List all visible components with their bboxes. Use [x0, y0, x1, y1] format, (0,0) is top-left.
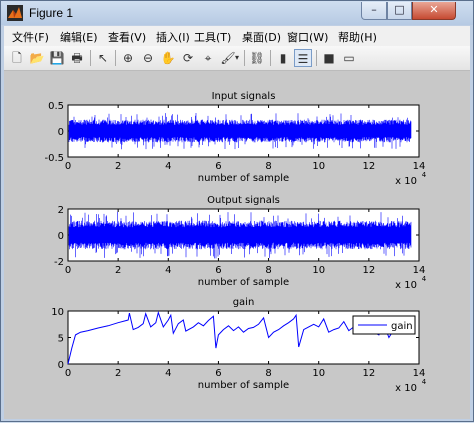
- x-tick-label: 2: [115, 161, 121, 172]
- pan-icon[interactable]: ✋: [159, 49, 177, 67]
- x-tick-label: 6: [215, 265, 221, 276]
- print-icon[interactable]: 🖶: [68, 49, 86, 67]
- x-tick-label: 4: [165, 368, 171, 379]
- brush-dropdown-icon[interactable]: ▾: [233, 49, 241, 67]
- menu-insert[interactable]: 插入(I): [156, 29, 190, 45]
- zoom-out-icon[interactable]: ⊖: [139, 49, 157, 67]
- y-tick-label: 0: [58, 127, 64, 138]
- plot-title: Output signals: [207, 195, 280, 206]
- x-tick-label: 12: [362, 161, 375, 172]
- show-plot-tools-icon[interactable]: ▭: [340, 49, 358, 67]
- y-tick-label: 5: [58, 334, 64, 345]
- x-axis-label: number of sample: [198, 277, 289, 288]
- x-axis-label: number of sample: [198, 380, 289, 391]
- x-tick-label: 12: [362, 368, 375, 379]
- x-tick-label: 6: [215, 161, 221, 172]
- x-tick-label: 0: [65, 368, 71, 379]
- close-button[interactable]: ✕: [412, 2, 456, 20]
- toolbar-separator: [270, 50, 271, 66]
- x-tick-label: 0: [65, 265, 71, 276]
- toolbar-separator: [316, 50, 317, 66]
- y-tick-label: -0.5: [44, 153, 64, 164]
- toolbar: 🗋 📂 💾 🖶 ↖ ⊕ ⊖ ✋ ⟳ ⌖ 🖌 ▾ ⛓ ▮ ☰ ■ ▭: [4, 46, 470, 71]
- x-tick-label: 6: [215, 368, 221, 379]
- x-tick-label: 4: [165, 161, 171, 172]
- menu-bar: 文件(F) 编辑(E) 查看(V) 插入(I) 工具(T) 桌面(D) 窗口(W…: [4, 26, 470, 46]
- x-exponent-label: x 10: [395, 383, 417, 394]
- menu-window[interactable]: 窗口(W): [287, 29, 328, 45]
- toolbar-separator: [115, 50, 116, 66]
- toolbar-separator: [90, 50, 91, 66]
- new-figure-icon[interactable]: 🗋: [8, 49, 26, 67]
- x-tick-label: 2: [115, 368, 121, 379]
- hide-plot-tools-icon[interactable]: ■: [320, 49, 338, 67]
- x-tick-label: 0: [65, 161, 71, 172]
- menu-tools[interactable]: 工具(T): [194, 29, 231, 45]
- edit-plot-icon[interactable]: ↖: [94, 49, 112, 67]
- matlab-icon: [7, 5, 23, 21]
- x-exponent-label: x 10: [395, 176, 417, 187]
- x-exponent-label: x 10: [395, 280, 417, 291]
- y-tick-label: 0.5: [48, 101, 64, 112]
- figure-canvas: Input signals 0 2 4 6 8 10 12 14 0.5 0 -0.5 number o…: [4, 71, 470, 419]
- rotate-3d-icon[interactable]: ⟳: [179, 49, 197, 67]
- y-tick-label: 0: [58, 231, 64, 242]
- x-exponent-power: 4: [422, 378, 427, 386]
- maximize-button[interactable]: □: [387, 2, 412, 20]
- x-tick-label: 2: [115, 265, 121, 276]
- window-title: Figure 1: [29, 6, 74, 20]
- insert-colorbar-icon[interactable]: ▮: [274, 49, 292, 67]
- minimize-button[interactable]: –: [361, 2, 387, 20]
- menu-view[interactable]: 查看(V): [108, 29, 146, 45]
- link-plot-icon[interactable]: ⛓: [248, 49, 266, 67]
- menu-edit[interactable]: 编辑(E): [60, 29, 98, 45]
- zoom-in-icon[interactable]: ⊕: [119, 49, 137, 67]
- menu-file[interactable]: 文件(F): [12, 29, 49, 45]
- open-file-icon[interactable]: 📂: [28, 49, 46, 67]
- plot-title: gain: [233, 297, 255, 308]
- y-tick-label: 2: [58, 205, 64, 216]
- x-tick-label: 8: [265, 265, 271, 276]
- plots-svg: Input signals0 2 4 6 8 10 12 140.50-0.5number o…: [44, 91, 427, 394]
- x-tick-label: 10: [312, 265, 325, 276]
- title-bar[interactable]: Figure 1 – □ ✕: [1, 1, 473, 25]
- x-exponent-power: 4: [422, 275, 427, 283]
- y-tick-label: 10: [51, 307, 64, 318]
- legend-label: gain: [391, 321, 413, 332]
- x-tick-label: 8: [265, 368, 271, 379]
- x-tick-label: 12: [362, 265, 375, 276]
- x-tick-label: 10: [312, 161, 325, 172]
- toolbar-separator: [244, 50, 245, 66]
- x-tick-label: 4: [165, 265, 171, 276]
- save-icon[interactable]: 💾: [48, 49, 66, 67]
- y-tick-label: 0: [58, 360, 64, 371]
- x-tick-label: 10: [312, 368, 325, 379]
- x-tick-label: 8: [265, 161, 271, 172]
- menu-help[interactable]: 帮助(H): [338, 29, 377, 45]
- figure-window: Figure 1 – □ ✕ 文件(F) 编辑(E) 查看(V) 插入(I) 工…: [0, 0, 474, 422]
- menu-desktop[interactable]: 桌面(D): [242, 29, 281, 45]
- insert-legend-icon[interactable]: ☰: [294, 49, 312, 67]
- y-tick-label: -2: [54, 257, 64, 268]
- x-exponent-power: 4: [422, 171, 427, 179]
- x-axis-label: number of sample: [198, 173, 289, 184]
- plot-title: Input signals: [212, 91, 276, 102]
- data-cursor-icon[interactable]: ⌖: [199, 49, 217, 67]
